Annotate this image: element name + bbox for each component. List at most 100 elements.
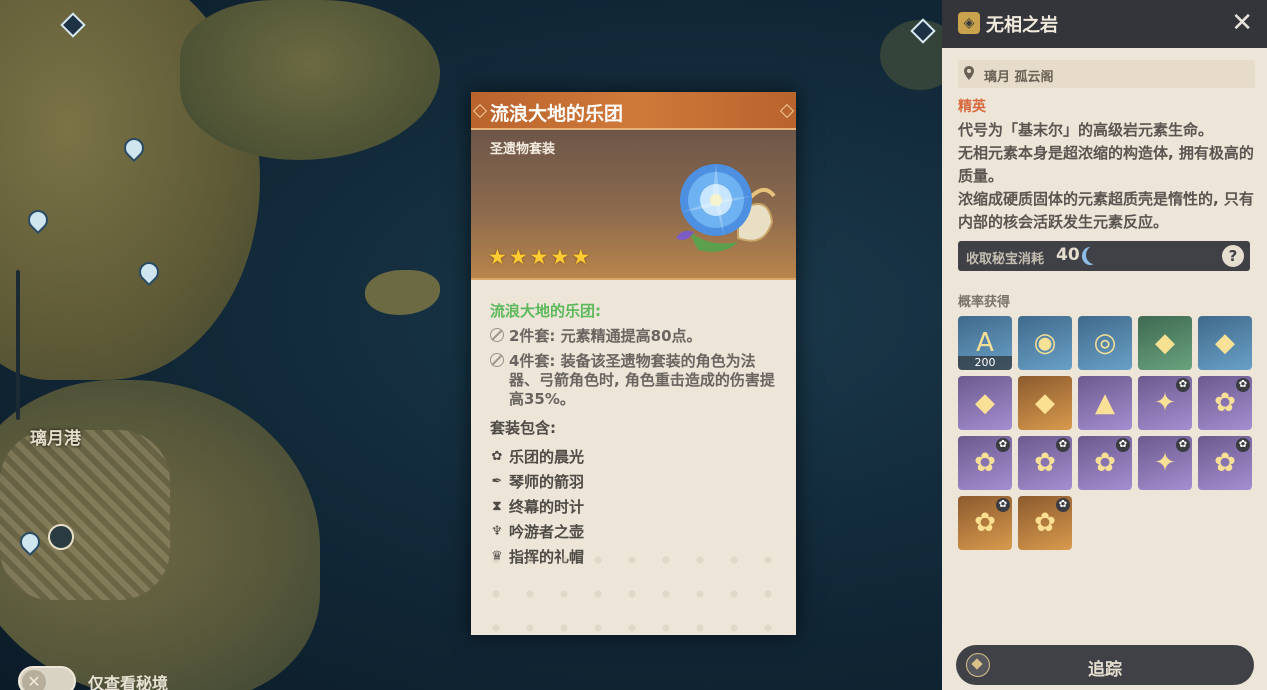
star-icon: ★ <box>550 245 570 269</box>
rarity-stars: ★ ★ ★ ★ ★ <box>488 246 590 268</box>
drop-item-tile[interactable]: ✦ ✿ <box>1138 376 1192 430</box>
star-icon: ★ <box>529 245 549 269</box>
hourglass-icon: ⧗ <box>492 499 502 514</box>
two-piece-effect-text: 2件套: 元素精通提高80点。 <box>509 327 702 345</box>
drop-item-icon: ▲ <box>1095 388 1115 418</box>
artifact-type-badge-icon: ✿ <box>996 438 1010 452</box>
ornament-icon <box>472 103 488 119</box>
location-text: 璃月 孤云阁 <box>984 70 1054 85</box>
drop-item-tile[interactable]: ✿ ✿ <box>1018 436 1072 490</box>
artifact-type-badge-icon: ✿ <box>1176 378 1190 392</box>
drop-item-tile[interactable]: ◉ <box>1018 316 1072 370</box>
boss-name: 无相之岩 <box>986 15 1058 36</box>
description-line: 浓缩成硬质固体的元素超质壳是惰性的, 只有内部的核会活跃发生元素反应。 <box>958 190 1254 231</box>
waypoint-icon[interactable] <box>48 524 74 550</box>
drop-item-icon: ◆ <box>1035 388 1055 418</box>
location-pin-icon <box>964 66 974 80</box>
artifact-set-card: 流浪大地的乐团 圣遗物套装 ★ ★ ★ ★ ★ 流浪大地的乐团: 2件套: 元素精通提高… <box>471 92 796 635</box>
boss-info-panel: ◈ 无相之岩 ✕ 璃月 孤云阁 精英 代号为「基末尔」的高级岩元素生命。无相元素… <box>942 0 1267 690</box>
set-piece-name: 吟游者之壶 <box>509 523 585 541</box>
card-hero: 圣遗物套装 ★ ★ ★ ★ ★ <box>471 130 796 280</box>
ornament-icon <box>779 103 795 119</box>
crown-icon: ♛ <box>491 549 503 564</box>
artifact-type-badge-icon: ✿ <box>1056 498 1070 512</box>
set-bonus-name: 流浪大地的乐团: <box>490 302 601 320</box>
boss-description: 代号为「基末尔」的高级岩元素生命。无相元素本身是超浓缩的构造体, 拥有极高的质量… <box>958 119 1255 234</box>
resin-cost-bar: 收取秘宝消耗 40 ? <box>958 241 1250 271</box>
goblet-icon: ♆ <box>491 524 503 539</box>
original-resin-icon <box>1086 246 1102 264</box>
rank-label: 精英 <box>958 99 986 115</box>
panel-header: ◈ 无相之岩 ✕ <box>942 0 1267 48</box>
artifact-type-badge-icon: ✿ <box>1056 438 1070 452</box>
drop-item-tile[interactable]: ◎ <box>1078 316 1132 370</box>
drop-item-tile[interactable]: ▲ <box>1078 376 1132 430</box>
set-piece-item: ⧗ 终幕的时计 <box>490 494 777 519</box>
zoom-slider[interactable] <box>16 270 20 420</box>
drop-item-icon: ◆ <box>1155 328 1175 358</box>
set-piece-name: 琴师的箭羽 <box>509 473 585 491</box>
card-header: 流浪大地的乐团 <box>471 92 796 130</box>
four-piece-effect: 4件套: 装备该圣遗物套装的角色为法器、弓箭角色时, 角色重击造成的伤害提高35… <box>490 352 777 409</box>
close-button[interactable]: ✕ <box>1231 10 1253 36</box>
flower-artifact-icon <box>676 164 776 252</box>
drop-item-tile[interactable]: ✿ ✿ <box>958 436 1012 490</box>
toggle-close-icon: ✕ <box>22 670 46 690</box>
track-button[interactable]: 追踪 <box>956 645 1254 685</box>
set-piece-item: ♛ 指挥的礼帽 <box>490 544 777 569</box>
drop-item-tile[interactable]: ◆ <box>1018 376 1072 430</box>
boss-icon: ◈ <box>958 12 980 34</box>
artifact-type-badge-icon: ✿ <box>1236 378 1250 392</box>
two-piece-effect: 2件套: 元素精通提高80点。 <box>490 327 777 346</box>
set-pieces-list: ✿ 乐团的晨光 ✒ 琴师的箭羽 ⧗ 终幕的时计 ♆ 吟游者之壶 ♛ 指挥的礼帽 <box>490 444 777 569</box>
set-piece-item: ✒ 琴师的箭羽 <box>490 469 777 494</box>
location-row: 璃月 孤云阁 <box>958 60 1255 88</box>
domain-only-toggle[interactable]: ✕ <box>18 666 76 690</box>
panel-content: 璃月 孤云阁 精英 代号为「基末尔」的高级岩元素生命。无相元素本身是超浓缩的构造… <box>942 48 1267 690</box>
resin-cost-value: 40 <box>1056 245 1080 265</box>
artifact-type-badge-icon: ✿ <box>1176 438 1190 452</box>
drop-item-tile[interactable]: ✦ ✿ <box>1138 436 1192 490</box>
artifact-type-badge-icon: ✿ <box>1236 438 1250 452</box>
inactive-bonus-icon <box>490 353 504 367</box>
drop-item-count: 200 <box>958 356 1012 370</box>
flower-icon: ✿ <box>491 449 503 464</box>
drop-item-icon: ◆ <box>1215 328 1235 358</box>
set-piece-name: 乐团的晨光 <box>509 448 585 466</box>
description-line: 代号为「基末尔」的高级岩元素生命。 <box>958 121 1214 139</box>
drop-item-tile[interactable]: A 200 <box>958 316 1012 370</box>
resin-cost-label: 收取秘宝消耗 <box>966 252 1045 267</box>
drop-item-tile[interactable]: ◆ <box>1138 316 1192 370</box>
star-icon: ★ <box>571 245 591 269</box>
drop-item-tile[interactable]: ✿ ✿ <box>1198 436 1252 490</box>
set-piece-name: 终幕的时计 <box>509 498 585 516</box>
track-button-label: 追踪 <box>1088 660 1122 680</box>
drop-item-tile[interactable]: ◆ <box>1198 316 1252 370</box>
drop-item-tile[interactable]: ✿ ✿ <box>1198 376 1252 430</box>
drop-item-icon: ◉ <box>1033 328 1057 358</box>
drop-item-tile[interactable]: ◆ <box>958 376 1012 430</box>
drop-item-tile[interactable]: ✿ ✿ <box>1018 496 1072 550</box>
artifact-type-badge-icon: ✿ <box>1116 438 1130 452</box>
inactive-bonus-icon <box>490 328 504 342</box>
set-piece-item: ✿ 乐团的晨光 <box>490 444 777 469</box>
domain-only-toggle-label: 仅查看秘境 <box>88 674 169 690</box>
drop-item-tile[interactable]: ✿ ✿ <box>1078 436 1132 490</box>
star-icon: ★ <box>488 245 507 269</box>
drop-item-tile[interactable]: ✿ ✿ <box>958 496 1012 550</box>
drops-grid: A 200 ◉ ◎ ◆ ◆ ◆ ◆ ▲ ✦ ✿ ✿ ✿ ✿ ✿ ✿ ✿ ✿ ✿ ✦ ✿ ✿ ✿ ✿ ✿ ✿ ✿ <box>958 316 1258 550</box>
star-icon: ★ <box>508 245 528 269</box>
island <box>365 270 440 315</box>
feather-icon: ✒ <box>491 474 503 489</box>
help-icon[interactable]: ? <box>1222 245 1244 267</box>
artifact-type-badge-icon: ✿ <box>996 498 1010 512</box>
drops-title: 概率获得 <box>958 295 1011 310</box>
description-line: 无相元素本身是超浓缩的构造体, 拥有极高的质量。 <box>958 144 1254 185</box>
map-location-label: 璃月港 <box>30 429 81 449</box>
set-piece-item: ♆ 吟游者之壶 <box>490 519 777 544</box>
artifact-type-label: 圣遗物套装 <box>490 142 556 157</box>
four-piece-effect-text: 4件套: 装备该圣遗物套装的角色为法器、弓箭角色时, 角色重击造成的伤害提高35… <box>509 352 775 408</box>
card-body: 流浪大地的乐团: 2件套: 元素精通提高80点。 4件套: 装备该圣遗物套装的角… <box>471 280 796 569</box>
drop-item-icon: ◆ <box>975 388 995 418</box>
set-contains-label: 套装包含: <box>490 419 556 437</box>
